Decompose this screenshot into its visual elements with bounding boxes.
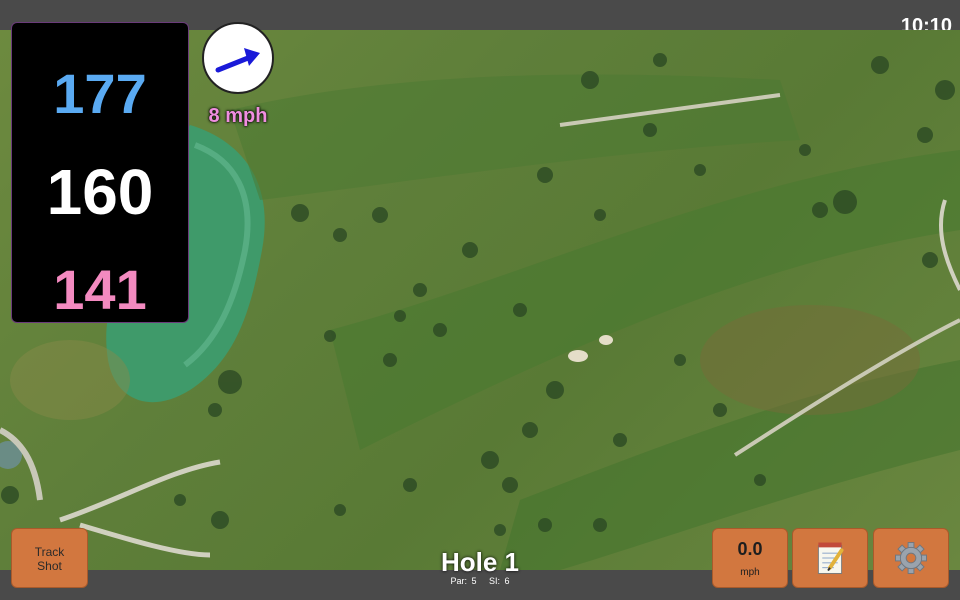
back-distance: 177 bbox=[53, 62, 147, 125]
speed-unit: mph bbox=[740, 567, 760, 578]
gear-icon bbox=[895, 542, 927, 574]
distance-panel: 177 160 141 bbox=[11, 22, 189, 323]
track-shot-label: Track Shot bbox=[34, 545, 65, 573]
wind-indicator bbox=[202, 22, 274, 94]
notepad-icon bbox=[817, 542, 844, 574]
settings-button[interactable] bbox=[873, 528, 949, 588]
hole-info: Par: 5 SI: 6 bbox=[380, 576, 580, 586]
hole-par: Par: 5 bbox=[450, 576, 477, 586]
arrow-icon bbox=[215, 48, 260, 73]
middle-distance: 160 bbox=[46, 156, 154, 228]
front-distance: 141 bbox=[53, 258, 147, 321]
notes-button[interactable] bbox=[792, 528, 868, 588]
hole-title: Hole 1 bbox=[440, 547, 520, 577]
wind-speed: 8 mph bbox=[208, 105, 268, 127]
speed-value: 0.0 bbox=[737, 539, 763, 559]
speed-button[interactable]: 0.0 mph bbox=[712, 528, 788, 588]
track-shot-button[interactable]: Track Shot bbox=[11, 528, 88, 588]
hole-stroke-index: SI: 6 bbox=[489, 576, 510, 586]
